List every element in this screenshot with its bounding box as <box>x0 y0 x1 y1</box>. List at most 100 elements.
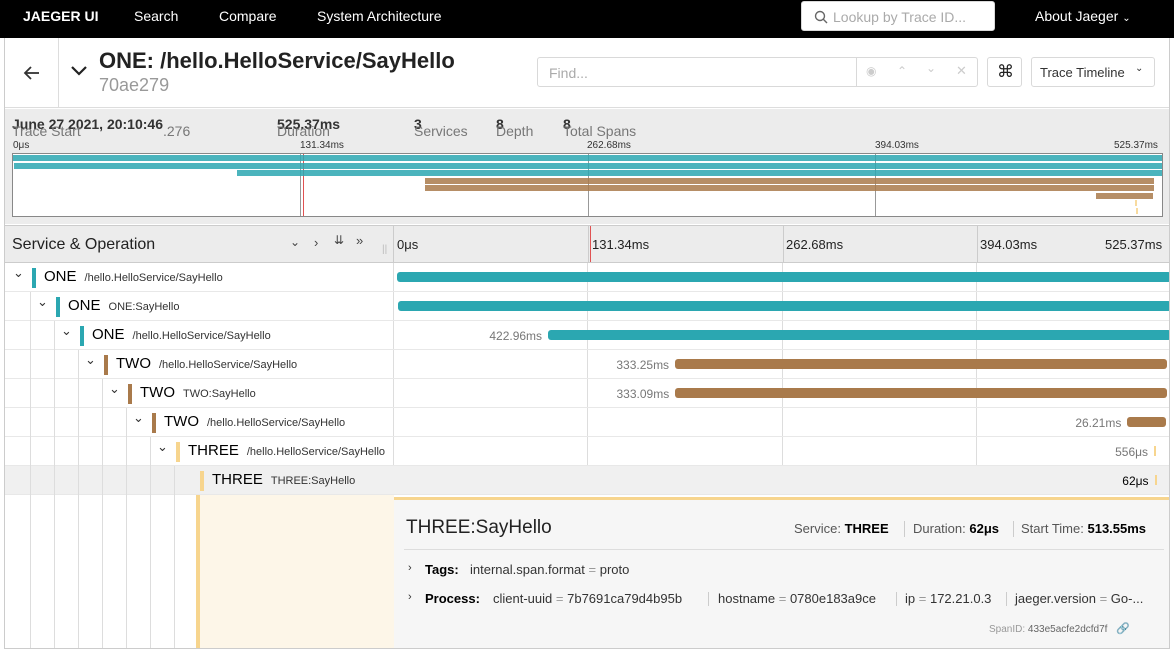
span-bar[interactable] <box>397 272 1169 282</box>
span-bar[interactable] <box>1154 475 1157 485</box>
span-row[interactable]: ⌄ ONE/hello.HelloService/SayHello <box>5 263 1169 292</box>
expand-all-icon[interactable]: » <box>356 233 363 248</box>
chevron-down-icon[interactable]: ⌄ <box>133 410 144 426</box>
chevron-down-icon[interactable]: ⌄ <box>109 381 120 397</box>
locate-icon[interactable]: ◉ <box>866 64 876 78</box>
span-duration-label: 333.09ms <box>616 387 670 401</box>
about-jaeger-menu[interactable]: About Jaeger ⌄ <box>1035 0 1131 32</box>
collapse-chevron-icon[interactable] <box>69 64 89 78</box>
top-nav: JAEGER UI Search Compare System Architec… <box>0 0 1174 38</box>
minimap-canvas[interactable] <box>12 153 1163 217</box>
span-row[interactable]: ⌄ ONE/hello.HelloService/SayHello 422.96ms <box>5 321 1169 350</box>
detail-indent-area <box>5 495 394 648</box>
span-bar[interactable] <box>675 388 1167 398</box>
trace-minimap[interactable]: 0μs 131.34ms 262.68ms 394.03ms 525.37ms <box>5 139 1169 224</box>
tree-guide-line <box>54 495 55 648</box>
nav-system-architecture-link[interactable]: System Architecture <box>317 0 442 32</box>
timeline-ruler: 0μs 131.34ms 262.68ms 394.03ms 525.37ms <box>393 226 1169 262</box>
trace-id-lookup-input[interactable]: Lookup by Trace ID... <box>801 1 995 31</box>
collapse-all-icon[interactable]: ⇊ <box>334 233 344 247</box>
back-button[interactable] <box>5 38 59 108</box>
span-service-name[interactable]: ONE/hello.HelloService/SayHello <box>44 268 223 285</box>
minimap-span-bar <box>425 185 1154 191</box>
ruler-tick: 0μs <box>397 237 419 252</box>
clear-icon[interactable]: ✕ <box>956 63 967 79</box>
span-bar[interactable] <box>548 330 1169 340</box>
chevron-down-icon[interactable]: ⌄ <box>85 352 96 368</box>
keyboard-shortcuts-button[interactable]: ⌘ <box>987 57 1022 87</box>
detail-start-label: Start Time: <box>1021 521 1084 536</box>
span-service-name[interactable]: ONE/hello.HelloService/SayHello <box>92 326 271 343</box>
find-input[interactable]: Find... ◉ ⌃ ⌄ ✕ <box>537 57 978 87</box>
span-row[interactable]: ⌄ TWO TWO:SayHello 333.09ms <box>5 379 1169 408</box>
minimap-span-bar <box>1136 207 1139 214</box>
tree-guide-line <box>78 495 79 648</box>
span-operation-name: /hello.HelloService/SayHello <box>159 359 298 371</box>
ruler-tick: 525.37ms <box>1105 237 1163 252</box>
span-bar[interactable] <box>1127 417 1166 427</box>
span-row[interactable]: ⌄ THREE/hello.HelloService/SayHello 556μs <box>5 437 1169 466</box>
span-duration-label: 422.96ms <box>489 329 543 343</box>
nav-search-link[interactable]: Search <box>134 0 178 32</box>
chevron-down-icon: ⌄ <box>1122 13 1131 24</box>
span-duration-label: 26.21ms <box>1075 416 1122 430</box>
span-operation-name: THREE:SayHello <box>270 475 356 487</box>
tag-key: internal.span.format <box>470 562 585 577</box>
span-bar[interactable] <box>397 301 1169 311</box>
trace-start-label: Trace Start <box>12 123 81 139</box>
span-bar[interactable] <box>1154 446 1157 456</box>
nav-compare-link[interactable]: Compare <box>219 0 277 32</box>
chevron-down-icon[interactable]: ⌄ <box>61 323 72 339</box>
process-key: hostname <box>718 591 776 606</box>
span-bar[interactable] <box>675 359 1167 369</box>
trace-title: ONE: /hello.HelloService/SayHello <box>99 48 455 73</box>
span-id-value: 433e5acfe2dcfd7f <box>1027 624 1108 635</box>
process-value: 7b7691ca79d4b95b <box>567 591 683 606</box>
service-color-indicator <box>104 355 108 375</box>
collapse-one-icon[interactable]: ⌄ <box>290 235 300 249</box>
span-service-name[interactable]: TWO/hello.HelloService/SayHello <box>164 413 345 430</box>
span-service-name[interactable]: THREE/hello.HelloService/SayHello <box>188 442 385 459</box>
span-row[interactable]: ⌄ TWO/hello.HelloService/SayHello 26.21ms <box>5 408 1169 437</box>
minimap-tick: 0μs <box>13 140 30 151</box>
span-service-name[interactable]: TWO/hello.HelloService/SayHello <box>116 355 297 372</box>
trace-start-ms: .276 <box>163 123 191 139</box>
total-spans-label: Total Spans <box>563 123 637 139</box>
detail-duration-label: Duration: <box>913 521 966 536</box>
span-detail-title: THREE:SayHello <box>406 517 552 538</box>
process-item: ip = 172.21.0.3 <box>905 591 992 606</box>
span-row[interactable]: ⌄ ONE ONE:SayHello <box>5 292 1169 321</box>
link-icon[interactable]: 🔗 <box>1116 623 1130 635</box>
tags-section[interactable]: › Tags: internal.span.format = proto <box>408 561 1148 579</box>
view-mode-label: Trace Timeline <box>1040 65 1125 80</box>
minimap-span-bar <box>236 170 1162 176</box>
chevron-down-icon[interactable]: ⌄ <box>157 439 168 455</box>
service-color-indicator <box>80 326 84 346</box>
service-color-indicator <box>56 297 60 317</box>
span-operation-name: /hello.HelloService/SayHello <box>84 272 223 284</box>
service-color-indicator <box>128 384 132 404</box>
chevron-down-icon[interactable]: ⌄ <box>926 61 936 75</box>
detail-start-value: 513.55ms <box>1087 521 1147 536</box>
chevron-down-icon[interactable]: ⌄ <box>13 265 24 281</box>
detail-start-time: Start Time: 513.55ms <box>1021 521 1146 536</box>
span-row[interactable]: THREE THREE:SayHello 62μs <box>5 466 1169 495</box>
brand-link[interactable]: JAEGER UI <box>23 0 98 32</box>
span-service-name[interactable]: THREE THREE:SayHello <box>212 471 355 488</box>
span-row[interactable]: ⌄ TWO/hello.HelloService/SayHello 333.25ms <box>5 350 1169 379</box>
span-id-label: SpanID: <box>989 624 1026 635</box>
view-mode-dropdown[interactable]: Trace Timeline ⌄ <box>1031 57 1155 87</box>
span-service-name[interactable]: ONE ONE:SayHello <box>68 297 179 314</box>
trace-start-stat: Trace Start June 27 2021, 20:10:46.276 <box>12 116 190 139</box>
service-color-indicator <box>152 413 156 433</box>
chevron-down-icon[interactable]: ⌄ <box>37 294 48 310</box>
column-resizer[interactable]: || <box>382 244 387 255</box>
expand-one-icon[interactable]: › <box>314 235 318 250</box>
process-key: jaeger.version <box>1015 591 1096 606</box>
span-duration-label: 333.25ms <box>616 358 670 372</box>
process-section[interactable]: › Process: client-uuid = 7b7691ca79d4b95… <box>408 590 1168 608</box>
process-item: jaeger.version = Go-... <box>1015 591 1144 606</box>
chevron-right-icon: › <box>408 591 412 603</box>
chevron-up-icon[interactable]: ⌃ <box>897 64 907 78</box>
span-service-name[interactable]: TWO TWO:SayHello <box>140 384 256 401</box>
